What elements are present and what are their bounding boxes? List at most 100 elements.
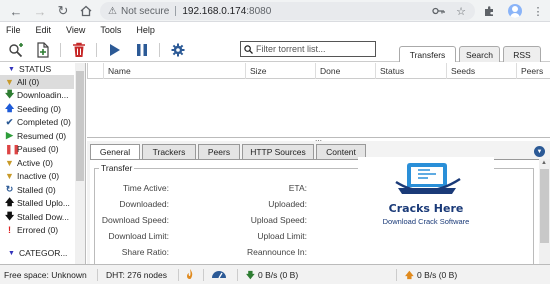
menu-view[interactable]: View [66,25,85,35]
status-section-header[interactable]: ▼ STATUS [0,63,85,75]
tab-transfers[interactable]: Transfers [399,46,456,62]
laptop-logo-icon [395,163,461,194]
menu-help[interactable]: Help [136,25,155,35]
resume-icon[interactable] [106,41,124,59]
speed-limit-icon[interactable] [211,269,227,281]
details-scroll-thumb[interactable] [540,169,549,243]
upload-speed-label: Upload Speed: [250,215,307,225]
sidebar-item-seeding[interactable]: 🡅 Seeding (0) [0,102,74,116]
tab-http-sources[interactable]: HTTP Sources [242,144,314,159]
reload-icon[interactable]: ↻ [55,3,71,19]
sidebar-item-stalled-uploading[interactable]: 🡅 Stalled Uplo... [0,197,74,211]
menu-tools[interactable]: Tools [100,25,121,35]
logo-subtitle: Download Crack Software [382,217,470,226]
extensions-icon[interactable] [481,3,497,19]
sidebar-item-downloading[interactable]: 🡇 Downloadin... [0,89,74,103]
downloaded-label: Downloaded: [119,199,169,209]
add-torrent-file-icon[interactable] [34,41,52,59]
upload-arrow-icon: 🡅 [5,197,15,208]
eta-label: ETA: [288,183,307,193]
column-checkbox[interactable] [87,63,103,79]
address-bar[interactable]: ⚠ Not secure 192.168.0.174:8080 [100,2,475,20]
tab-trackers[interactable]: Trackers [142,144,196,159]
share-ratio-label: Share Ratio: [121,247,169,257]
column-done[interactable]: Done [315,63,375,79]
warning-icon: ⚠ [108,5,117,17]
properties-tabs: General Trackers Peers HTTP Sources Cont… [90,144,368,159]
sidebar-item-errored[interactable]: ! Errored (0) [0,224,74,238]
tab-general[interactable]: General [90,144,140,159]
download-speed-icon: 🡇 [246,270,255,280]
properties-panel: General Trackers Peers HTTP Sources Cont… [87,141,550,268]
browser-toolbar: ← → ↻ ⚠ Not secure 192.168.0.174:8080 ☆ … [0,0,550,22]
sidebar-item-active[interactable]: ▼ Active (0) [0,156,74,170]
reannounce-label: Reannounce In: [246,247,307,257]
more-vert-icon[interactable]: ⋮ [530,3,546,19]
scroll-up-icon[interactable]: ▲ [541,160,547,166]
options-gear-icon[interactable] [169,41,187,59]
add-torrent-link-icon[interactable] [7,41,25,59]
sidebar-item-inactive[interactable]: ▼ Inactive (0) [0,170,74,184]
pause-icon[interactable] [133,41,151,59]
filter-icon: ▼ [5,171,14,182]
general-tab-content: Transfer Time Active: Downloaded: Downlo… [90,157,539,268]
upload-arrow-icon: 🡅 [5,102,15,113]
connection-status-icon[interactable] [185,268,195,282]
delete-torrent-icon[interactable] [70,41,88,59]
column-size[interactable]: Size [245,63,315,79]
filter-icon: ▼ [5,76,14,87]
sidebar-item-resumed[interactable]: ▶ Resumed (0) [0,129,74,143]
collapse-triangle-icon: ▼ [8,249,15,257]
filter-input[interactable] [256,44,374,54]
sidebar-item-paused[interactable]: ❚❚ Paused (0) [0,143,74,157]
menu-bar: File Edit View Tools Help [0,22,550,38]
profile-avatar[interactable] [508,4,522,18]
torrent-list[interactable]: Name Size Done Status Seeds Peers [87,63,550,138]
upload-limit-label: Upload Limit: [257,231,307,241]
back-icon[interactable]: ← [8,3,24,19]
column-seeds[interactable]: Seeds [446,63,516,79]
free-space-text: Free space: Unknown [4,270,87,280]
download-speed-text: 0 B/s (0 B) [258,270,299,280]
menu-file[interactable]: File [6,25,21,35]
category-section-header[interactable]: ▼ CATEGOR... [0,247,85,259]
details-scrollbar[interactable]: ▲ [539,159,550,264]
exclamation-icon: ! [8,225,11,236]
collapse-panel-icon[interactable]: ▼ [534,146,545,157]
tab-search[interactable]: Search [459,46,500,62]
tab-peers[interactable]: Peers [198,144,240,159]
bookmark-star-icon[interactable]: ☆ [453,3,469,19]
menu-edit[interactable]: Edit [36,25,52,35]
column-status[interactable]: Status [375,63,446,79]
download-arrow-icon: 🡇 [5,210,15,221]
upload-speed-text: 0 B/s (0 B) [417,270,458,280]
checkmark-icon: ✔ [5,116,14,127]
torrent-list-header: Name Size Done Status Seeds Peers [87,63,550,79]
sidebar-item-all[interactable]: ▼ All (0) [0,75,74,89]
key-icon[interactable] [430,3,446,19]
sidebar-item-stalled-downloading[interactable]: 🡇 Stalled Dow... [0,210,74,224]
transfer-section-title: Transfer [99,163,135,173]
forward-icon[interactable]: → [32,3,48,19]
status-bar: Free space: Unknown DHT: 276 nodes 🡇 0 B… [0,264,550,284]
tab-rss[interactable]: RSS [503,46,541,62]
collapse-triangle-icon: ▼ [8,65,15,73]
time-active-label: Time Active: [123,183,169,193]
sidebar-scroll-thumb[interactable] [76,71,84,181]
column-peers[interactable]: Peers [516,63,550,79]
home-icon[interactable] [78,3,94,19]
play-icon: ▶ [6,130,13,141]
sidebar-item-stalled[interactable]: ↻ Stalled (0) [0,183,74,197]
upload-speed-icon: 🡅 [405,270,414,280]
uploaded-label: Uploaded: [268,199,307,209]
filter-sidebar: ▼ STATUS ▼ All (0) 🡇 Downloadin... 🡅 See… [0,63,86,264]
sidebar-item-completed[interactable]: ✔ Completed (0) [0,116,74,130]
logo-title: Cracks Here [388,202,464,215]
url-text: 192.168.0.174:8080 [182,5,272,17]
refresh-icon: ↻ [5,184,14,195]
download-speed-label: Download Speed: [101,215,169,225]
column-name[interactable]: Name [103,63,245,79]
sidebar-scrollbar[interactable] [75,63,85,264]
security-label: Not secure [120,5,170,17]
filter-search-box[interactable] [240,41,376,57]
